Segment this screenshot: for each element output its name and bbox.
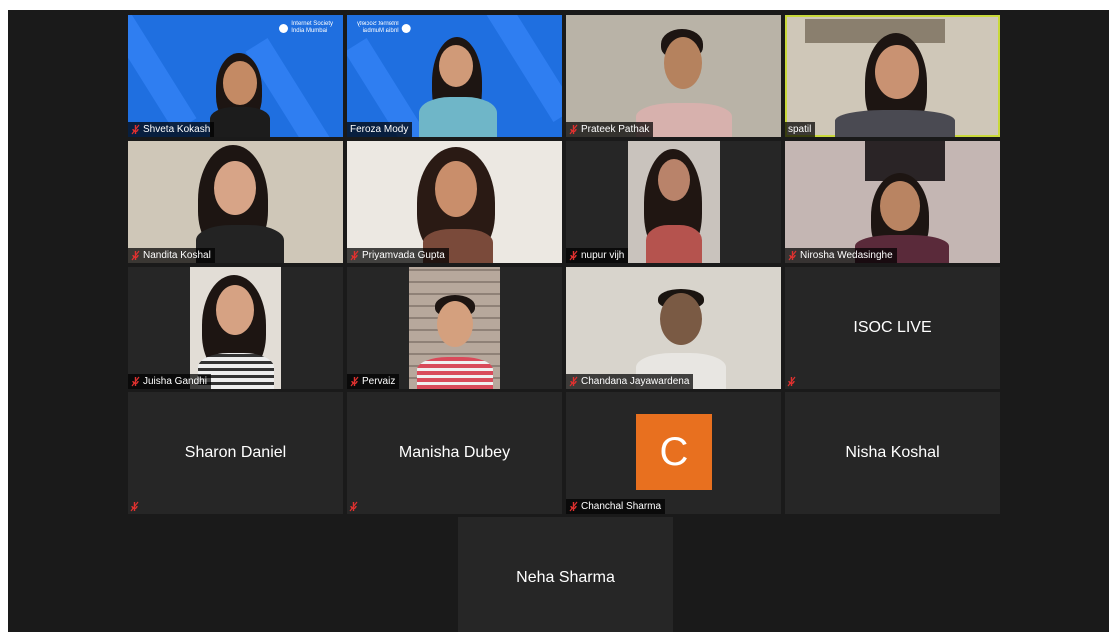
video-tile-pervaiz[interactable]: Pervaiz	[347, 267, 562, 389]
muted-microphone-icon	[350, 376, 359, 387]
video-tile-spatil[interactable]: spatil	[785, 15, 1000, 137]
video-gallery: Internet Society India Mumbai Shveta Koka…	[8, 10, 1109, 632]
muted-microphone-icon	[788, 250, 797, 261]
participant-name-label: nupur vijh	[566, 248, 629, 263]
video-tile-sharon[interactable]: Sharon Daniel	[128, 392, 343, 514]
isoc-logo: Internet Society India Mumbai	[279, 21, 333, 35]
video-tile-neha[interactable]: Neha Sharma	[458, 517, 673, 632]
video-tile-prateek[interactable]: Prateek Pathak	[566, 15, 781, 137]
video-tile-juisha[interactable]: Juisha Gandhi	[128, 267, 343, 389]
avatar: C	[636, 414, 712, 490]
isoc-logo-mirrored: Internet Society India Mumbai	[357, 21, 411, 35]
video-tile-manisha[interactable]: Manisha Dubey	[347, 392, 562, 514]
video-tile-priyamvada[interactable]: Priyamvada Gupta	[347, 141, 562, 263]
video-tile-shveta[interactable]: Internet Society India Mumbai Shveta Koka…	[128, 15, 343, 137]
video-tile-nandita[interactable]: Nandita Koshal	[128, 141, 343, 263]
muted-microphone-icon	[569, 501, 578, 512]
participant-name-label: Shveta Kokash	[128, 122, 215, 137]
participant-name-label: Chandana Jayawardena	[566, 374, 694, 389]
participant-video	[409, 267, 500, 389]
participant-display-name: ISOC LIVE	[853, 319, 932, 336]
participant-name-label: Nandita Koshal	[128, 248, 215, 263]
background-stripe	[128, 15, 197, 133]
muted-microphone-icon	[131, 376, 140, 387]
participant-name-label: Juisha Gandhi	[128, 374, 211, 389]
muted-microphone-icon	[569, 376, 578, 387]
video-tile-nupur[interactable]: nupur vijh	[566, 141, 781, 263]
participant-name-label: Pervaiz	[347, 374, 400, 389]
participant-display-name: Neha Sharma	[516, 569, 615, 586]
video-tile-feroza[interactable]: Internet Society India Mumbai Feroza Mody	[347, 15, 562, 137]
video-tile-nisha[interactable]: Nisha Koshal	[785, 392, 1000, 514]
participant-name-label: Priyamvada Gupta	[347, 248, 449, 263]
video-tile-nirosha[interactable]: Nirosha Wedasinghe	[785, 141, 1000, 263]
muted-microphone-icon	[131, 250, 140, 261]
participant-name-label: Feroza Mody	[347, 122, 413, 137]
muted-microphone-icon	[130, 501, 139, 512]
participant-display-name: Manisha Dubey	[398, 444, 511, 461]
muted-microphone-icon	[787, 376, 796, 387]
participant-display-name: Sharon Daniel	[184, 444, 287, 461]
video-tile-chandana[interactable]: Chandana Jayawardena	[566, 267, 781, 389]
participant-video	[628, 141, 720, 263]
participant-name-label: spatil	[785, 122, 816, 137]
muted-microphone-icon	[569, 124, 578, 135]
video-tile-chanchal[interactable]: C Chanchal Sharma	[566, 392, 781, 514]
participant-name-label: Chanchal Sharma	[566, 499, 666, 514]
participant-name-label: Prateek Pathak	[566, 122, 654, 137]
video-tile-isoc-live[interactable]: ISOC LIVE	[785, 267, 1000, 389]
muted-microphone-icon	[131, 124, 140, 135]
muted-microphone-icon	[569, 250, 578, 261]
participant-name-label: Nirosha Wedasinghe	[785, 248, 897, 263]
participant-display-name: Nisha Koshal	[845, 444, 940, 461]
background-stripe	[484, 15, 562, 123]
participant-video	[190, 267, 281, 389]
muted-microphone-icon	[349, 501, 358, 512]
muted-microphone-icon	[350, 250, 359, 261]
